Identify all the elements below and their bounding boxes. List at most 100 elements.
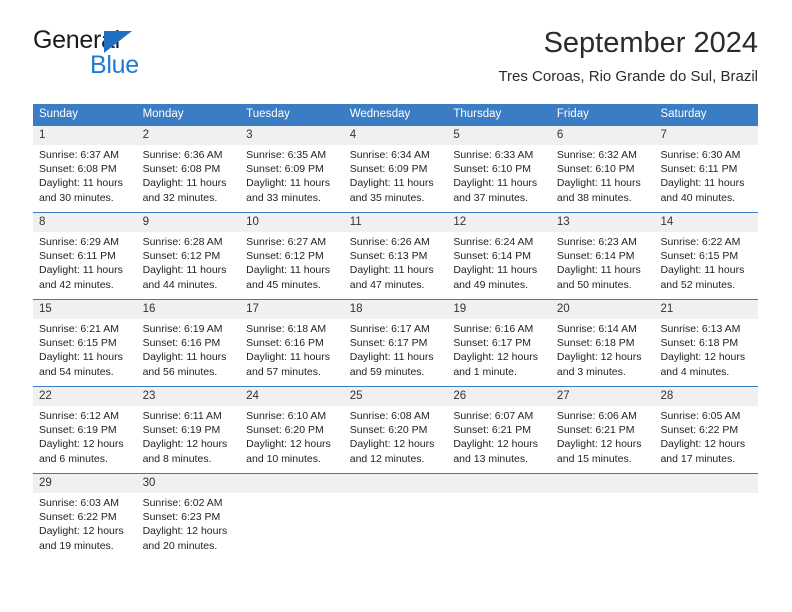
sunset-text: Sunset: 6:19 PM	[39, 424, 117, 437]
day-number[interactable]: 4	[344, 126, 448, 145]
day-number[interactable]: 18	[344, 300, 448, 319]
daylight-text-line1: Daylight: 11 hours	[453, 177, 538, 190]
sunrise-text: Sunrise: 6:19 AM	[142, 323, 223, 335]
day-cell[interactable]: Sunrise: 6:21 AM Sunset: 6:15 PM Dayligh…	[33, 319, 137, 386]
daylight-text-line1: Daylight: 12 hours	[142, 525, 228, 538]
day-number[interactable]: 2	[137, 126, 241, 145]
day-cell[interactable]: Sunrise: 6:34 AM Sunset: 6:09 PM Dayligh…	[344, 145, 448, 212]
day-number[interactable]: 12	[447, 213, 551, 232]
day-number[interactable]: 26	[447, 387, 551, 406]
day-cell[interactable]: Sunrise: 6:05 AM Sunset: 6:22 PM Dayligh…	[654, 406, 758, 473]
day-cell[interactable]: Sunrise: 6:32 AM Sunset: 6:10 PM Dayligh…	[551, 145, 655, 212]
sunset-text: Sunset: 6:08 PM	[39, 163, 117, 176]
day-number[interactable]: 5	[447, 126, 551, 145]
sunset-text: Sunset: 6:21 PM	[453, 424, 531, 437]
day-number[interactable]: 11	[344, 213, 448, 232]
day-cell[interactable]: Sunrise: 6:35 AM Sunset: 6:09 PM Dayligh…	[240, 145, 344, 212]
sunset-text: Sunset: 6:21 PM	[556, 424, 635, 437]
daylight-text-line1: Daylight: 12 hours	[39, 438, 124, 451]
day-cell[interactable]: Sunrise: 6:26 AM Sunset: 6:13 PM Dayligh…	[344, 232, 448, 299]
day-cell[interactable]: Sunrise: 6:08 AM Sunset: 6:20 PM Dayligh…	[344, 406, 448, 473]
day-number[interactable]: 30	[137, 474, 241, 493]
day-cell[interactable]: Sunrise: 6:28 AM Sunset: 6:12 PM Dayligh…	[137, 232, 241, 299]
day-cell[interactable]: Sunrise: 6:33 AM Sunset: 6:10 PM Dayligh…	[447, 145, 551, 212]
day-cell[interactable]: Sunrise: 6:11 AM Sunset: 6:19 PM Dayligh…	[137, 406, 241, 473]
sunset-text: Sunset: 6:22 PM	[39, 511, 117, 524]
day-number[interactable]: 24	[240, 387, 344, 406]
daylight-text-line2: and 35 minutes.	[349, 191, 425, 204]
day-cell[interactable]: Sunrise: 6:18 AM Sunset: 6:16 PM Dayligh…	[240, 319, 344, 386]
daylight-text-line1: Daylight: 11 hours	[349, 264, 434, 277]
day-cell[interactable]: Sunrise: 6:03 AM Sunset: 6:22 PM Dayligh…	[33, 493, 137, 560]
daylight-text-line2: and 59 minutes.	[349, 365, 425, 378]
daylight-text-line1: Daylight: 11 hours	[142, 264, 227, 277]
sunset-text: Sunset: 6:14 PM	[453, 250, 531, 263]
calendar-week-row: 22 23 24 25 26 27 28 Sunrise: 6:12 AM Su…	[33, 386, 758, 473]
day-cell[interactable]: Sunrise: 6:02 AM Sunset: 6:23 PM Dayligh…	[137, 493, 241, 560]
day-cell[interactable]: Sunrise: 6:37 AM Sunset: 6:08 PM Dayligh…	[33, 145, 137, 212]
sunset-text: Sunset: 6:10 PM	[556, 163, 635, 176]
daylight-text-line2: and 45 minutes.	[246, 278, 321, 291]
calendar-week-row: 8 9 10 11 12 13 14 Sunrise: 6:29 AM Suns…	[33, 212, 758, 299]
day-number[interactable]: 7	[654, 126, 758, 145]
day-number[interactable]: 25	[344, 387, 448, 406]
daylight-text-line2: and 54 minutes.	[39, 365, 114, 378]
day-cell[interactable]: Sunrise: 6:36 AM Sunset: 6:08 PM Dayligh…	[137, 145, 241, 212]
daylight-text-line1: Daylight: 11 hours	[246, 177, 331, 190]
day-number[interactable]: 16	[137, 300, 241, 319]
day-cell[interactable]: Sunrise: 6:23 AM Sunset: 6:14 PM Dayligh…	[551, 232, 655, 299]
day-cell[interactable]: Sunrise: 6:27 AM Sunset: 6:12 PM Dayligh…	[240, 232, 344, 299]
day-number[interactable]: 21	[654, 300, 758, 319]
daylight-text-line1: Daylight: 12 hours	[453, 438, 538, 451]
day-cell[interactable]: Sunrise: 6:16 AM Sunset: 6:17 PM Dayligh…	[447, 319, 551, 386]
sunset-text: Sunset: 6:13 PM	[349, 250, 428, 263]
day-number[interactable]: 8	[33, 213, 137, 232]
daylight-text-line1: Daylight: 12 hours	[660, 351, 746, 364]
day-number[interactable]: 20	[551, 300, 655, 319]
page-subtitle: Tres Coroas, Rio Grande do Sul, Brazil	[498, 68, 758, 85]
sunrise-text: Sunrise: 6:06 AM	[556, 410, 637, 422]
day-number[interactable]: 19	[447, 300, 551, 319]
weekday-header-sunday: Sunday	[39, 108, 79, 120]
day-number[interactable]: 17	[240, 300, 344, 319]
daylight-text-line2: and 8 minutes.	[142, 452, 212, 465]
daylight-text-line2: and 33 minutes.	[246, 191, 321, 204]
day-cell[interactable]: Sunrise: 6:07 AM Sunset: 6:21 PM Dayligh…	[447, 406, 551, 473]
day-cell[interactable]: Sunrise: 6:24 AM Sunset: 6:14 PM Dayligh…	[447, 232, 551, 299]
sunset-text: Sunset: 6:12 PM	[142, 250, 221, 263]
day-cell-empty	[447, 493, 551, 560]
day-number[interactable]: 6	[551, 126, 655, 145]
day-cell[interactable]: Sunrise: 6:22 AM Sunset: 6:15 PM Dayligh…	[654, 232, 758, 299]
day-cells-row: Sunrise: 6:37 AM Sunset: 6:08 PM Dayligh…	[33, 145, 758, 212]
day-number[interactable]: 1	[33, 126, 137, 145]
day-number[interactable]: 27	[551, 387, 655, 406]
day-number[interactable]: 10	[240, 213, 344, 232]
sunrise-text: Sunrise: 6:02 AM	[142, 497, 223, 509]
weekday-header-friday: Friday	[556, 108, 589, 120]
day-number-empty	[344, 474, 448, 493]
day-number[interactable]: 22	[33, 387, 137, 406]
day-cell[interactable]: Sunrise: 6:17 AM Sunset: 6:17 PM Dayligh…	[344, 319, 448, 386]
daylight-text-line2: and 1 minute.	[453, 365, 517, 378]
day-number[interactable]: 23	[137, 387, 241, 406]
day-cell[interactable]: Sunrise: 6:10 AM Sunset: 6:20 PM Dayligh…	[240, 406, 344, 473]
day-number[interactable]: 14	[654, 213, 758, 232]
daylight-text-line2: and 44 minutes.	[142, 278, 218, 291]
sunrise-text: Sunrise: 6:27 AM	[246, 236, 327, 248]
day-cell[interactable]: Sunrise: 6:13 AM Sunset: 6:18 PM Dayligh…	[654, 319, 758, 386]
day-cell[interactable]: Sunrise: 6:19 AM Sunset: 6:16 PM Dayligh…	[137, 319, 241, 386]
day-number[interactable]: 3	[240, 126, 344, 145]
day-cell[interactable]: Sunrise: 6:30 AM Sunset: 6:11 PM Dayligh…	[654, 145, 758, 212]
general-blue-logo[interactable]: General Blue	[33, 26, 233, 82]
day-cell[interactable]: Sunrise: 6:06 AM Sunset: 6:21 PM Dayligh…	[551, 406, 655, 473]
day-number[interactable]: 29	[33, 474, 137, 493]
day-cell[interactable]: Sunrise: 6:29 AM Sunset: 6:11 PM Dayligh…	[33, 232, 137, 299]
day-number[interactable]: 13	[551, 213, 655, 232]
day-cell[interactable]: Sunrise: 6:14 AM Sunset: 6:18 PM Dayligh…	[551, 319, 655, 386]
day-number[interactable]: 9	[137, 213, 241, 232]
sunset-text: Sunset: 6:18 PM	[556, 337, 635, 350]
day-number[interactable]: 15	[33, 300, 137, 319]
sunrise-text: Sunrise: 6:13 AM	[660, 323, 741, 335]
day-cell[interactable]: Sunrise: 6:12 AM Sunset: 6:19 PM Dayligh…	[33, 406, 137, 473]
day-number[interactable]: 28	[654, 387, 758, 406]
